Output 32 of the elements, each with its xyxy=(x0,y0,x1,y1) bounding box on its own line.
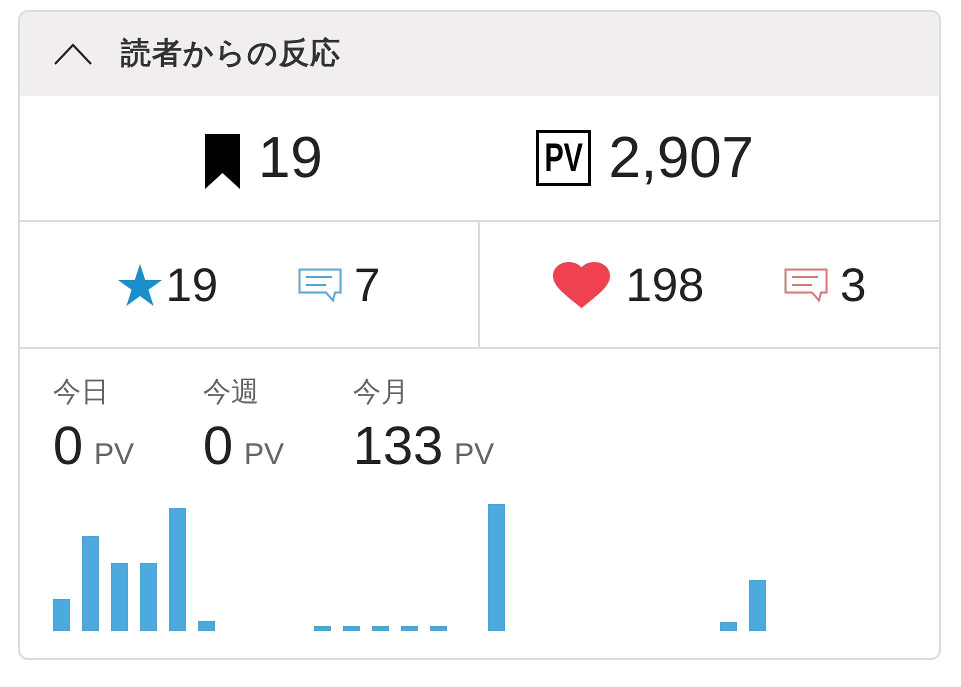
pageview-value: 0 xyxy=(53,419,84,473)
chart-bar xyxy=(430,626,447,631)
heart-count: 198 xyxy=(626,261,704,308)
chart-bar xyxy=(314,626,331,631)
star-icon xyxy=(118,264,162,306)
pv-badge: PV xyxy=(536,130,591,186)
comment-count: 7 xyxy=(354,261,380,308)
bookmark-count: 19 xyxy=(258,129,323,187)
heart-icon xyxy=(552,262,610,308)
chart-bar xyxy=(372,626,389,631)
chart-bar xyxy=(140,563,157,631)
unit-label: PV xyxy=(94,440,134,470)
chart-bar xyxy=(720,622,737,631)
period-label: 今週 xyxy=(203,375,259,409)
unit-label: PV xyxy=(244,440,284,470)
star-count: 19 xyxy=(166,261,218,308)
chart-bar xyxy=(198,621,215,631)
period-label: 今日 xyxy=(53,375,109,409)
chevron-up-icon[interactable] xyxy=(54,43,92,65)
chart-bar xyxy=(111,563,128,631)
pageview-value: 133 xyxy=(353,419,444,473)
chart-bar xyxy=(749,580,766,631)
comment-count: 3 xyxy=(840,261,866,308)
panel-title: 読者からの反応 xyxy=(121,36,341,72)
pageview-count: 2,907 xyxy=(608,129,754,187)
unit-label: PV xyxy=(454,440,494,470)
chart-bar xyxy=(401,626,418,631)
chart-bar xyxy=(53,599,70,631)
pageview-value: 0 xyxy=(203,419,234,473)
bookmark-icon xyxy=(205,134,240,188)
chart-bar xyxy=(343,626,360,631)
period-label: 今月 xyxy=(353,375,409,409)
